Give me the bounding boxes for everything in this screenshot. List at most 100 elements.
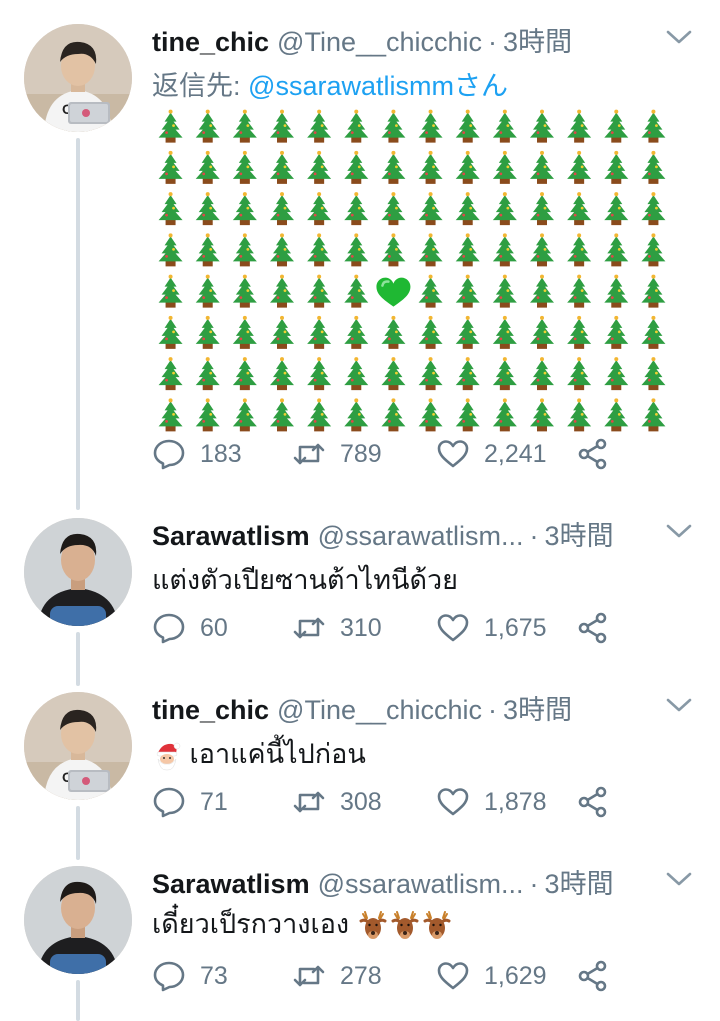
tweet[interactable]: OAI tine_chic @Tine__chicchic · 3時間 返信先:… (0, 20, 720, 490)
reply-button[interactable]: 73 (152, 958, 228, 994)
christmas-tree-emoji (232, 274, 257, 308)
share-icon (578, 612, 607, 644)
heart-icon (437, 788, 469, 816)
christmas-tree-emoji (604, 233, 629, 267)
christmas-tree-emoji (307, 150, 332, 184)
retweet-count: 310 (340, 613, 382, 642)
christmas-tree-emoji (530, 233, 554, 267)
christmas-tree-emoji (567, 274, 592, 308)
christmas-tree-emoji (418, 192, 443, 226)
display-name[interactable]: Sarawatlism (152, 869, 310, 900)
christmas-tree-emoji (604, 109, 629, 143)
deer-emoji (359, 910, 387, 939)
christmas-tree-emoji (344, 233, 369, 267)
christmas-tree-emoji (641, 192, 666, 226)
heart-icon (437, 614, 469, 642)
chevron-down-icon[interactable] (664, 868, 694, 890)
christmas-tree-emoji (455, 315, 480, 349)
tweet[interactable]: Sarawatlism @ssarawatlism... · 3時間 เดี๋ย… (0, 862, 720, 1021)
christmas-tree-emoji (641, 315, 666, 349)
timestamp[interactable]: 3時間 (503, 20, 572, 59)
christmas-tree-emoji (604, 315, 629, 349)
christmas-tree-emoji (530, 150, 554, 184)
timestamp[interactable]: 3時間 (545, 514, 614, 553)
reply-icon (153, 439, 185, 470)
tweet-actions: 183 789 2,241 (152, 436, 622, 472)
like-count: 1,675 (484, 613, 547, 642)
christmas-tree-emoji (270, 315, 294, 349)
christmas-tree-emoji (418, 150, 443, 184)
retweet-button[interactable]: 789 (292, 436, 382, 472)
tweet-text: แต่งตัวเปียซานต้าไทนีด้วย (152, 565, 458, 595)
christmas-tree-emoji (270, 357, 294, 391)
like-button[interactable]: 1,629 (436, 958, 547, 994)
christmas-tree-emoji (344, 398, 369, 432)
avatar[interactable]: OAI (24, 24, 132, 132)
like-button[interactable]: 1,878 (436, 784, 547, 820)
reply-button[interactable]: 60 (152, 610, 228, 646)
display-name[interactable]: Sarawatlism (152, 521, 310, 552)
timestamp[interactable]: 3時間 (545, 862, 614, 901)
christmas-tree-emoji (158, 233, 183, 267)
reply-button[interactable]: 71 (152, 784, 228, 820)
user-handle[interactable]: @Tine__chicchic (277, 27, 482, 58)
reply-count: 71 (200, 787, 228, 816)
like-button[interactable]: 1,675 (436, 610, 547, 646)
tweet-text: เดี๋ยวเป็รกวางเอง (152, 909, 350, 939)
christmas-tree-emoji (307, 233, 332, 267)
like-count: 1,629 (484, 961, 547, 990)
tweet[interactable]: OAI tine_chic @Tine__chicchic · 3時間 เอาแ… (0, 688, 720, 838)
christmas-tree-emoji (195, 274, 220, 308)
chevron-down-icon[interactable] (664, 26, 694, 48)
christmas-tree-emoji (604, 357, 629, 391)
user-handle[interactable]: @ssarawatlism... (318, 521, 524, 552)
share-icon (578, 438, 607, 470)
deer-emoji (423, 910, 451, 939)
heart-icon (437, 440, 469, 468)
santa-emoji (156, 742, 181, 771)
display-name[interactable]: tine_chic (152, 27, 269, 58)
christmas-tree-emoji (381, 192, 406, 226)
christmas-tree-emoji (455, 233, 480, 267)
christmas-tree-emoji (381, 398, 406, 432)
christmas-tree-emoji (641, 233, 666, 267)
display-name[interactable]: tine_chic (152, 695, 269, 726)
user-handle[interactable]: @Tine__chicchic (277, 695, 482, 726)
share-button[interactable] (576, 784, 610, 820)
reply-button[interactable]: 183 (152, 436, 242, 472)
avatar[interactable]: OAI (24, 692, 132, 800)
retweet-button[interactable]: 310 (292, 610, 382, 646)
user-handle[interactable]: @ssarawatlism... (318, 869, 524, 900)
christmas-tree-emoji (492, 274, 517, 308)
christmas-tree-emoji (158, 192, 183, 226)
tweet-text: เอาแค่นี้ไปก่อน (189, 739, 366, 769)
christmas-tree-emoji (455, 109, 480, 143)
tweet[interactable]: Sarawatlism @ssarawatlism... · 3時間 แต่งต… (0, 514, 720, 664)
christmas-tree-emoji (307, 357, 332, 391)
like-button[interactable]: 2,241 (436, 436, 547, 472)
christmas-tree-emoji (455, 398, 480, 432)
chevron-down-icon[interactable] (664, 694, 694, 716)
avatar[interactable] (24, 518, 132, 626)
christmas-tree-emoji (158, 150, 183, 184)
christmas-tree-emoji (604, 398, 629, 432)
christmas-tree-emoji (492, 150, 517, 184)
christmas-tree-emoji (418, 109, 443, 143)
chevron-down-icon[interactable] (664, 520, 694, 542)
christmas-tree-emoji (455, 357, 480, 391)
retweet-icon (293, 965, 325, 987)
timestamp[interactable]: 3時間 (503, 688, 572, 727)
avatar[interactable] (24, 866, 132, 974)
share-button[interactable] (576, 436, 610, 472)
deer-emoji (391, 910, 419, 939)
reply-mention-link[interactable]: @ssarawatlismmさん (248, 71, 508, 101)
reply-icon (153, 787, 185, 818)
share-button[interactable] (576, 610, 610, 646)
share-button[interactable] (576, 958, 610, 994)
reply-icon (153, 961, 185, 992)
christmas-tree-emoji (344, 109, 369, 143)
separator-dot: · (488, 27, 498, 57)
retweet-button[interactable]: 308 (292, 784, 382, 820)
christmas-tree-emoji (455, 192, 480, 226)
retweet-button[interactable]: 278 (292, 958, 382, 994)
